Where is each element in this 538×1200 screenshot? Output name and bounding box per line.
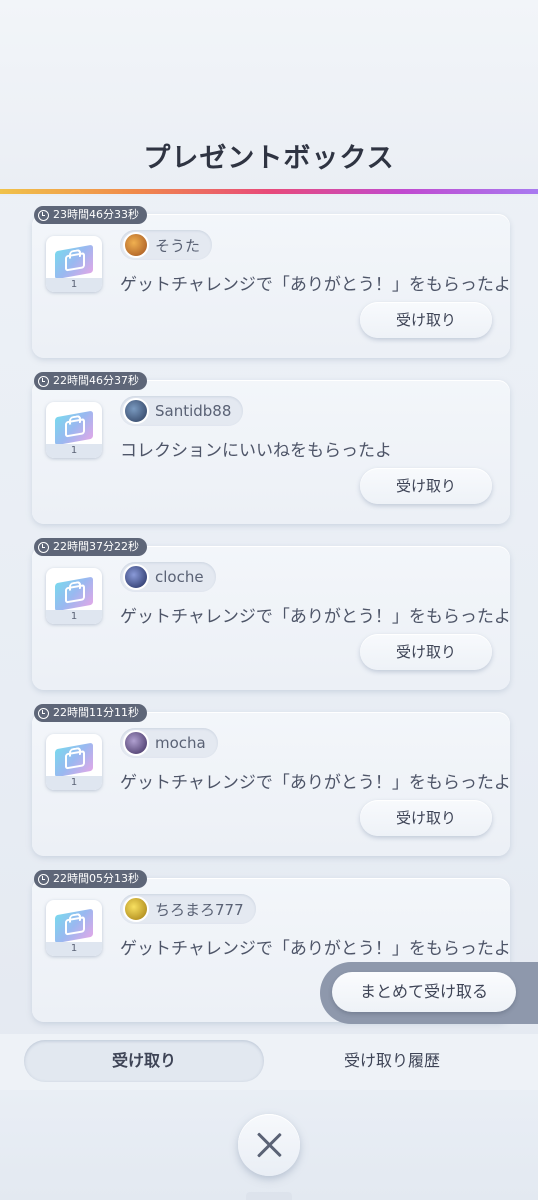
gift-quantity: 1 [46, 444, 102, 458]
close-icon [255, 1131, 283, 1159]
close-button[interactable] [238, 1114, 300, 1176]
clock-icon [38, 209, 49, 221]
footer-handle [246, 1192, 292, 1200]
clock-icon [38, 541, 49, 553]
timer-text: 23時間46分33秒 [53, 208, 139, 221]
user-name: ちろまろ777 [155, 900, 244, 919]
bulk-receive-button[interactable]: まとめて受け取る [332, 972, 516, 1012]
avatar [123, 398, 149, 424]
user-name: そうた [155, 236, 201, 255]
gift-quantity: 1 [46, 278, 102, 292]
timer-text: 22時間05分13秒 [53, 872, 139, 885]
page-title: プレゼントボックス [143, 143, 395, 174]
avatar [123, 730, 149, 756]
user-chip[interactable]: ちろまろ777 [120, 894, 256, 924]
tab-history[interactable]: 受け取り履歴 [272, 1040, 512, 1082]
user-chip[interactable]: mocha [120, 728, 218, 758]
user-name: Santidb88 [155, 402, 232, 420]
user-chip[interactable]: そうた [120, 230, 213, 260]
tab-bar: 受け取り 受け取り履歴 [0, 1034, 538, 1090]
present-message: ゲットチャレンジで「ありがとう！」をもらったよ [120, 939, 511, 959]
gift-quantity: 1 [46, 610, 102, 624]
tab-receive[interactable]: 受け取り [24, 1040, 264, 1082]
gift-bag-icon: 1 [46, 402, 102, 458]
user-name: cloche [155, 568, 204, 586]
receive-button[interactable]: 受け取り [360, 800, 492, 836]
clock-icon [38, 873, 49, 885]
avatar [123, 896, 149, 922]
gift-bag-icon: 1 [46, 568, 102, 624]
user-chip[interactable]: Santidb88 [120, 396, 244, 426]
present-message: ゲットチャレンジで「ありがとう！」をもらったよ [120, 275, 511, 295]
receive-button[interactable]: 受け取り [360, 302, 492, 338]
avatar [123, 564, 149, 590]
bulk-receive-panel: まとめて受け取る [320, 962, 538, 1024]
clock-icon [38, 707, 49, 719]
present-card: 23時間46分33秒 1 そうた ゲットチャレンジで「ありがとう！」をもらったよ… [32, 206, 511, 358]
gift-bag-icon: 1 [46, 900, 102, 956]
clock-icon [38, 375, 49, 387]
present-card: 22時間11分11秒 1 mocha ゲットチャレンジで「ありがとう！」をもらっ… [32, 704, 511, 856]
accent-bar [0, 189, 538, 194]
expiry-timer: 22時間37分22秒 [34, 538, 147, 556]
user-name: mocha [155, 734, 206, 752]
expiry-timer: 22時間46分37秒 [34, 372, 147, 390]
receive-button[interactable]: 受け取り [360, 634, 492, 670]
timer-text: 22時間37分22秒 [53, 540, 139, 553]
gift-bag-icon: 1 [46, 236, 102, 292]
gift-quantity: 1 [46, 942, 102, 956]
timer-text: 22時間46分37秒 [53, 374, 139, 387]
present-message: ゲットチャレンジで「ありがとう！」をもらったよ [120, 773, 511, 793]
gift-bag-icon: 1 [46, 734, 102, 790]
user-chip[interactable]: cloche [120, 562, 216, 592]
present-list[interactable]: 23時間46分33秒 1 そうた ゲットチャレンジで「ありがとう！」をもらったよ… [0, 196, 538, 1036]
avatar [123, 232, 149, 258]
header: プレゼントボックス [0, 0, 538, 196]
expiry-timer: 23時間46分33秒 [34, 206, 147, 224]
expiry-timer: 22時間11分11秒 [34, 704, 147, 722]
timer-text: 22時間11分11秒 [53, 706, 139, 719]
present-card: 22時間46分37秒 1 Santidb88 コレクションにいいねをもらったよ … [32, 372, 510, 524]
present-card: 22時間37分22秒 1 cloche ゲットチャレンジで「ありがとう！」をもら… [32, 538, 511, 690]
receive-button[interactable]: 受け取り [360, 468, 492, 504]
expiry-timer: 22時間05分13秒 [34, 870, 147, 888]
present-message: ゲットチャレンジで「ありがとう！」をもらったよ [120, 607, 511, 627]
gift-quantity: 1 [46, 776, 102, 790]
present-message: コレクションにいいねをもらったよ [120, 441, 392, 461]
